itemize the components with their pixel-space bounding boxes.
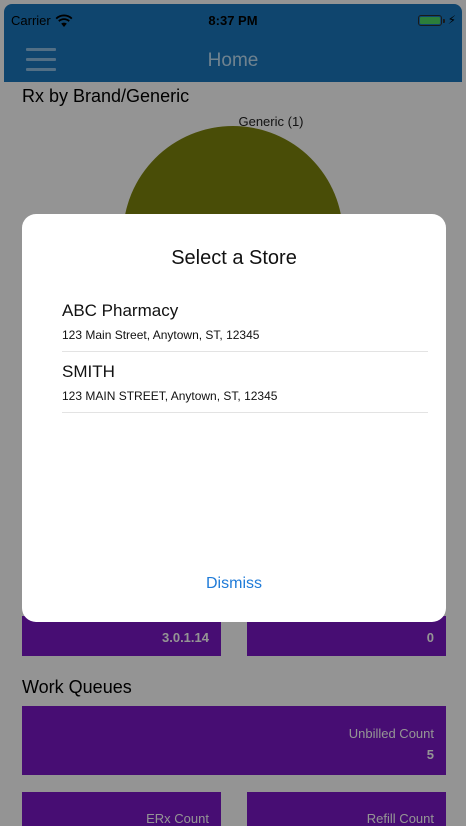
app-screen: Carrier 8:37 PM ⚡︎ Home Rx by Brand/Gene… — [0, 0, 466, 826]
dialog-title: Select a Store — [171, 247, 297, 269]
store-address: 123 Main Street, Anytown, ST, 12345 — [62, 328, 260, 342]
store-option-abc-pharmacy[interactable]: ABC Pharmacy 123 Main Street, Anytown, S… — [62, 291, 428, 352]
store-name: SMITH — [62, 362, 115, 381]
store-option-smith[interactable]: SMITH 123 MAIN STREET, Anytown, ST, 1234… — [62, 352, 428, 413]
select-store-dialog: Select a Store ABC Pharmacy 123 Main Str… — [22, 214, 446, 622]
store-name: ABC Pharmacy — [62, 301, 179, 320]
store-address: 123 MAIN STREET, Anytown, ST, 12345 — [62, 389, 278, 403]
dismiss-button[interactable]: Dismiss — [22, 575, 446, 593]
